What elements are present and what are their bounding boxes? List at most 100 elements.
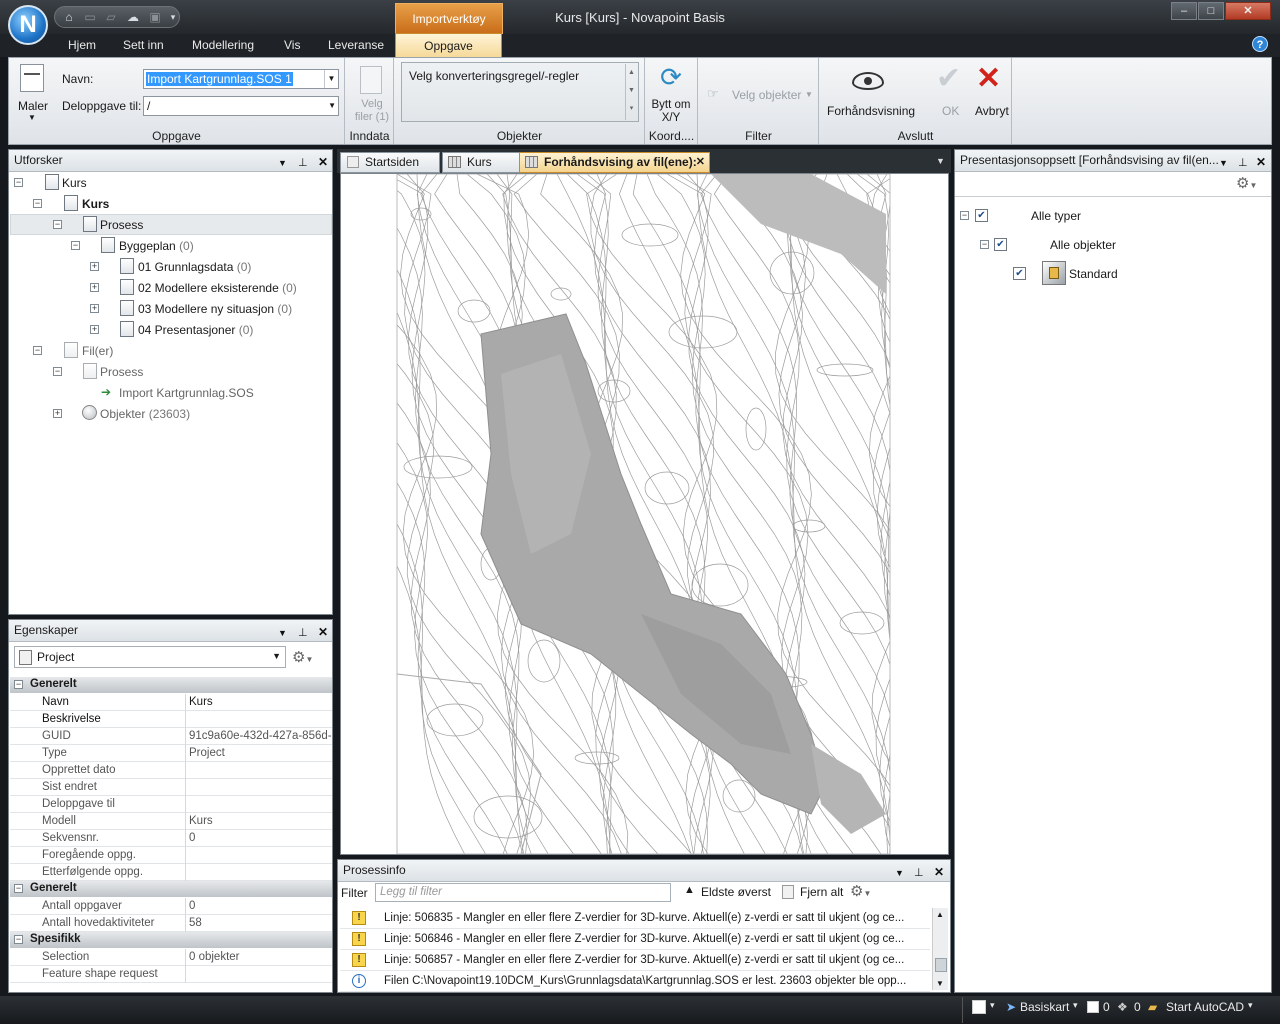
maler-button[interactable]: Maler (18, 99, 48, 113)
bytt-om-icon[interactable]: ⟳ (656, 62, 686, 92)
expander-objekter[interactable]: + (53, 409, 62, 418)
tree-item-prosess[interactable]: Prosess (100, 215, 143, 235)
expander-prosess[interactable]: − (53, 220, 62, 229)
deloppgave-dropdown-icon[interactable]: ▼ (328, 97, 336, 115)
category-collapse[interactable]: − (14, 680, 23, 689)
property-row[interactable]: Selection 0 objekter (10, 949, 332, 966)
tree-item-filer[interactable]: Fil(er) (82, 341, 113, 361)
tree-item-modellere-ny[interactable]: 03 Modellere ny situasjon (0) (138, 299, 292, 319)
deloppgave-field[interactable]: / ▼ (143, 96, 339, 116)
tree-item-alle-objekter[interactable]: Alle objekter (1050, 235, 1116, 255)
forhandsvisning-button[interactable]: Forhåndsvisning (827, 104, 915, 118)
home-icon[interactable]: ⌂ (61, 10, 77, 24)
property-row[interactable]: GUID 91c9a60e-432d-427a-856d-... (10, 728, 332, 745)
status-dropdown-icon[interactable]: ▾ (990, 1000, 995, 1011)
process-gear-icon[interactable]: ⚙▼ (850, 882, 871, 900)
maximize-button[interactable]: □ (1198, 2, 1224, 20)
doc-tabs-dropdown-icon[interactable]: ▼ (936, 156, 945, 166)
property-row[interactable]: Etterfølgende oppg. (10, 864, 332, 881)
expander-byggeplan[interactable]: − (71, 241, 80, 250)
category-collapse[interactable]: − (14, 935, 23, 944)
tree-item-modellere-eksisterende[interactable]: 02 Modellere eksisterende (0) (138, 278, 297, 298)
checkbox-alle-typer[interactable]: ✔ (975, 209, 988, 222)
oldest-first-button[interactable]: ▲ Eldste øverst (681, 883, 773, 902)
filter-input[interactable]: Legg til filter (375, 883, 671, 902)
properties-close-icon[interactable]: ✕ (318, 622, 328, 643)
property-row[interactable]: Feature shape request (10, 966, 332, 983)
properties-selector[interactable]: Project ▼ (14, 646, 286, 668)
scroll-down-icon[interactable]: ▼ (936, 979, 944, 988)
tree-item-standard[interactable]: Standard (1069, 264, 1118, 284)
expander-alle-typer[interactable]: − (960, 211, 969, 220)
doc-tab-startsiden[interactable]: Startsiden (340, 152, 440, 173)
tree-item-kurs[interactable]: Kurs (82, 194, 109, 214)
expander-grunnlagsdata[interactable]: + (90, 262, 99, 271)
property-row[interactable]: Opprettet dato (10, 762, 332, 779)
properties-dropdown-icon[interactable]: ▼ (278, 623, 287, 644)
property-row[interactable]: Antall hovedaktiviteter 58 (10, 915, 332, 932)
konvertering-list[interactable]: Velg konverteringsgregel/-regler ▲ ▼ ▾ (401, 62, 639, 122)
expander-kurs-root[interactable]: − (14, 178, 23, 187)
property-row[interactable]: Beskrivelse (10, 711, 332, 728)
scroll-thumb[interactable] (935, 958, 947, 972)
maler-icon[interactable] (20, 64, 44, 92)
doc-tab-kurs[interactable]: Kurs (442, 152, 520, 173)
qat-dropdown-icon[interactable]: ▾ (165, 10, 181, 24)
help-icon[interactable]: ? (1252, 36, 1268, 52)
scroll-up-icon[interactable]: ▲ (936, 910, 944, 919)
eye-icon[interactable] (852, 72, 884, 90)
expander-modellere-ny[interactable]: + (90, 304, 99, 313)
tree-item-import[interactable]: Import Kartgrunnlag.SOS (119, 383, 254, 403)
expander-filer[interactable]: − (33, 346, 42, 355)
log-row[interactable]: ! Linje: 506835 - Mangler en eller flere … (340, 908, 930, 929)
tree-item-presentasjoner[interactable]: 04 Presentasjoner (0) (138, 320, 253, 340)
ok-button[interactable]: OK (942, 104, 959, 118)
konvertering-scroll[interactable]: ▲ ▼ ▾ (625, 64, 637, 120)
tab-close-icon[interactable]: ✕ (696, 153, 705, 172)
tab-vis[interactable]: Vis (284, 38, 300, 52)
explorer-pin-icon[interactable]: ⊥ (298, 153, 308, 174)
open-icon[interactable]: ▱ (103, 10, 119, 24)
tab-modellering[interactable]: Modellering (192, 38, 254, 52)
expander-presentasjoner[interactable]: + (90, 325, 99, 334)
basiskart-button[interactable]: Basiskart (1020, 1000, 1069, 1014)
expander-modellere-eksisterende[interactable]: + (90, 283, 99, 292)
tree-item-grunnlagsdata[interactable]: 01 Grunnlagsdata (0) (138, 257, 251, 277)
start-autocad-button[interactable]: Start AutoCAD (1166, 1000, 1244, 1014)
navn-dropdown-icon[interactable]: ▼ (324, 70, 338, 88)
velg-filer-icon[interactable] (360, 66, 382, 94)
tree-item-alle-typer[interactable]: Alle typer (1031, 206, 1081, 226)
property-row[interactable]: Deloppgave til (10, 796, 332, 813)
explorer-dropdown-icon[interactable]: ▼ (278, 153, 287, 174)
tab-hjem[interactable]: Hjem (68, 38, 96, 52)
tree-item-byggeplan[interactable]: Byggeplan (0) (119, 236, 194, 256)
app-logo[interactable]: N (8, 5, 48, 45)
velg-objekter-button[interactable]: Velg objekter (732, 88, 801, 102)
close-button[interactable]: ✕ (1225, 2, 1271, 20)
process-scrollbar[interactable]: ▲ ▼ (932, 908, 948, 990)
presentation-dropdown-icon[interactable]: ▼ (1219, 153, 1228, 174)
tab-oppgave[interactable]: Oppgave (395, 33, 502, 58)
basiskart-dropdown-icon[interactable]: ▾ (1073, 1000, 1078, 1011)
bytt-om-button[interactable]: Bytt om X/Y (648, 99, 694, 125)
remove-all-button[interactable]: Fjern alt (779, 883, 847, 902)
doc-tab-forhandsvising[interactable]: Forhåndsvising av fil(ene): ✕ (519, 152, 710, 173)
expander-alle-objekter[interactable]: − (980, 240, 989, 249)
tree-item-objekter[interactable]: Objekter (23603) (100, 404, 190, 424)
category-collapse[interactable]: − (14, 884, 23, 893)
presentation-gear-icon[interactable]: ⚙▼ (1236, 174, 1257, 192)
velg-filer-button[interactable]: Velg filer (1) (352, 98, 392, 124)
tree-item-kurs-root[interactable]: Kurs (62, 173, 87, 193)
properties-selector-dropdown-icon[interactable]: ▼ (272, 651, 281, 661)
presentation-close-icon[interactable]: ✕ (1256, 152, 1266, 173)
autocad-dropdown-icon[interactable]: ▾ (1248, 1000, 1253, 1011)
property-row[interactable]: Sekvensnr. 0 (10, 830, 332, 847)
checkbox-standard[interactable]: ✔ (1013, 267, 1026, 280)
category-generelt[interactable]: Generelt (10, 881, 332, 897)
velg-objekter-dropdown-icon[interactable]: ▼ (805, 90, 813, 99)
log-row[interactable]: ! Linje: 506846 - Mangler en eller flere … (340, 929, 930, 950)
layout-icon[interactable] (972, 1000, 986, 1014)
property-row[interactable]: Type Project (10, 745, 332, 762)
tree-item-prosess-filer[interactable]: Prosess (100, 362, 143, 382)
process-pin-icon[interactable]: ⊥ (914, 863, 924, 884)
